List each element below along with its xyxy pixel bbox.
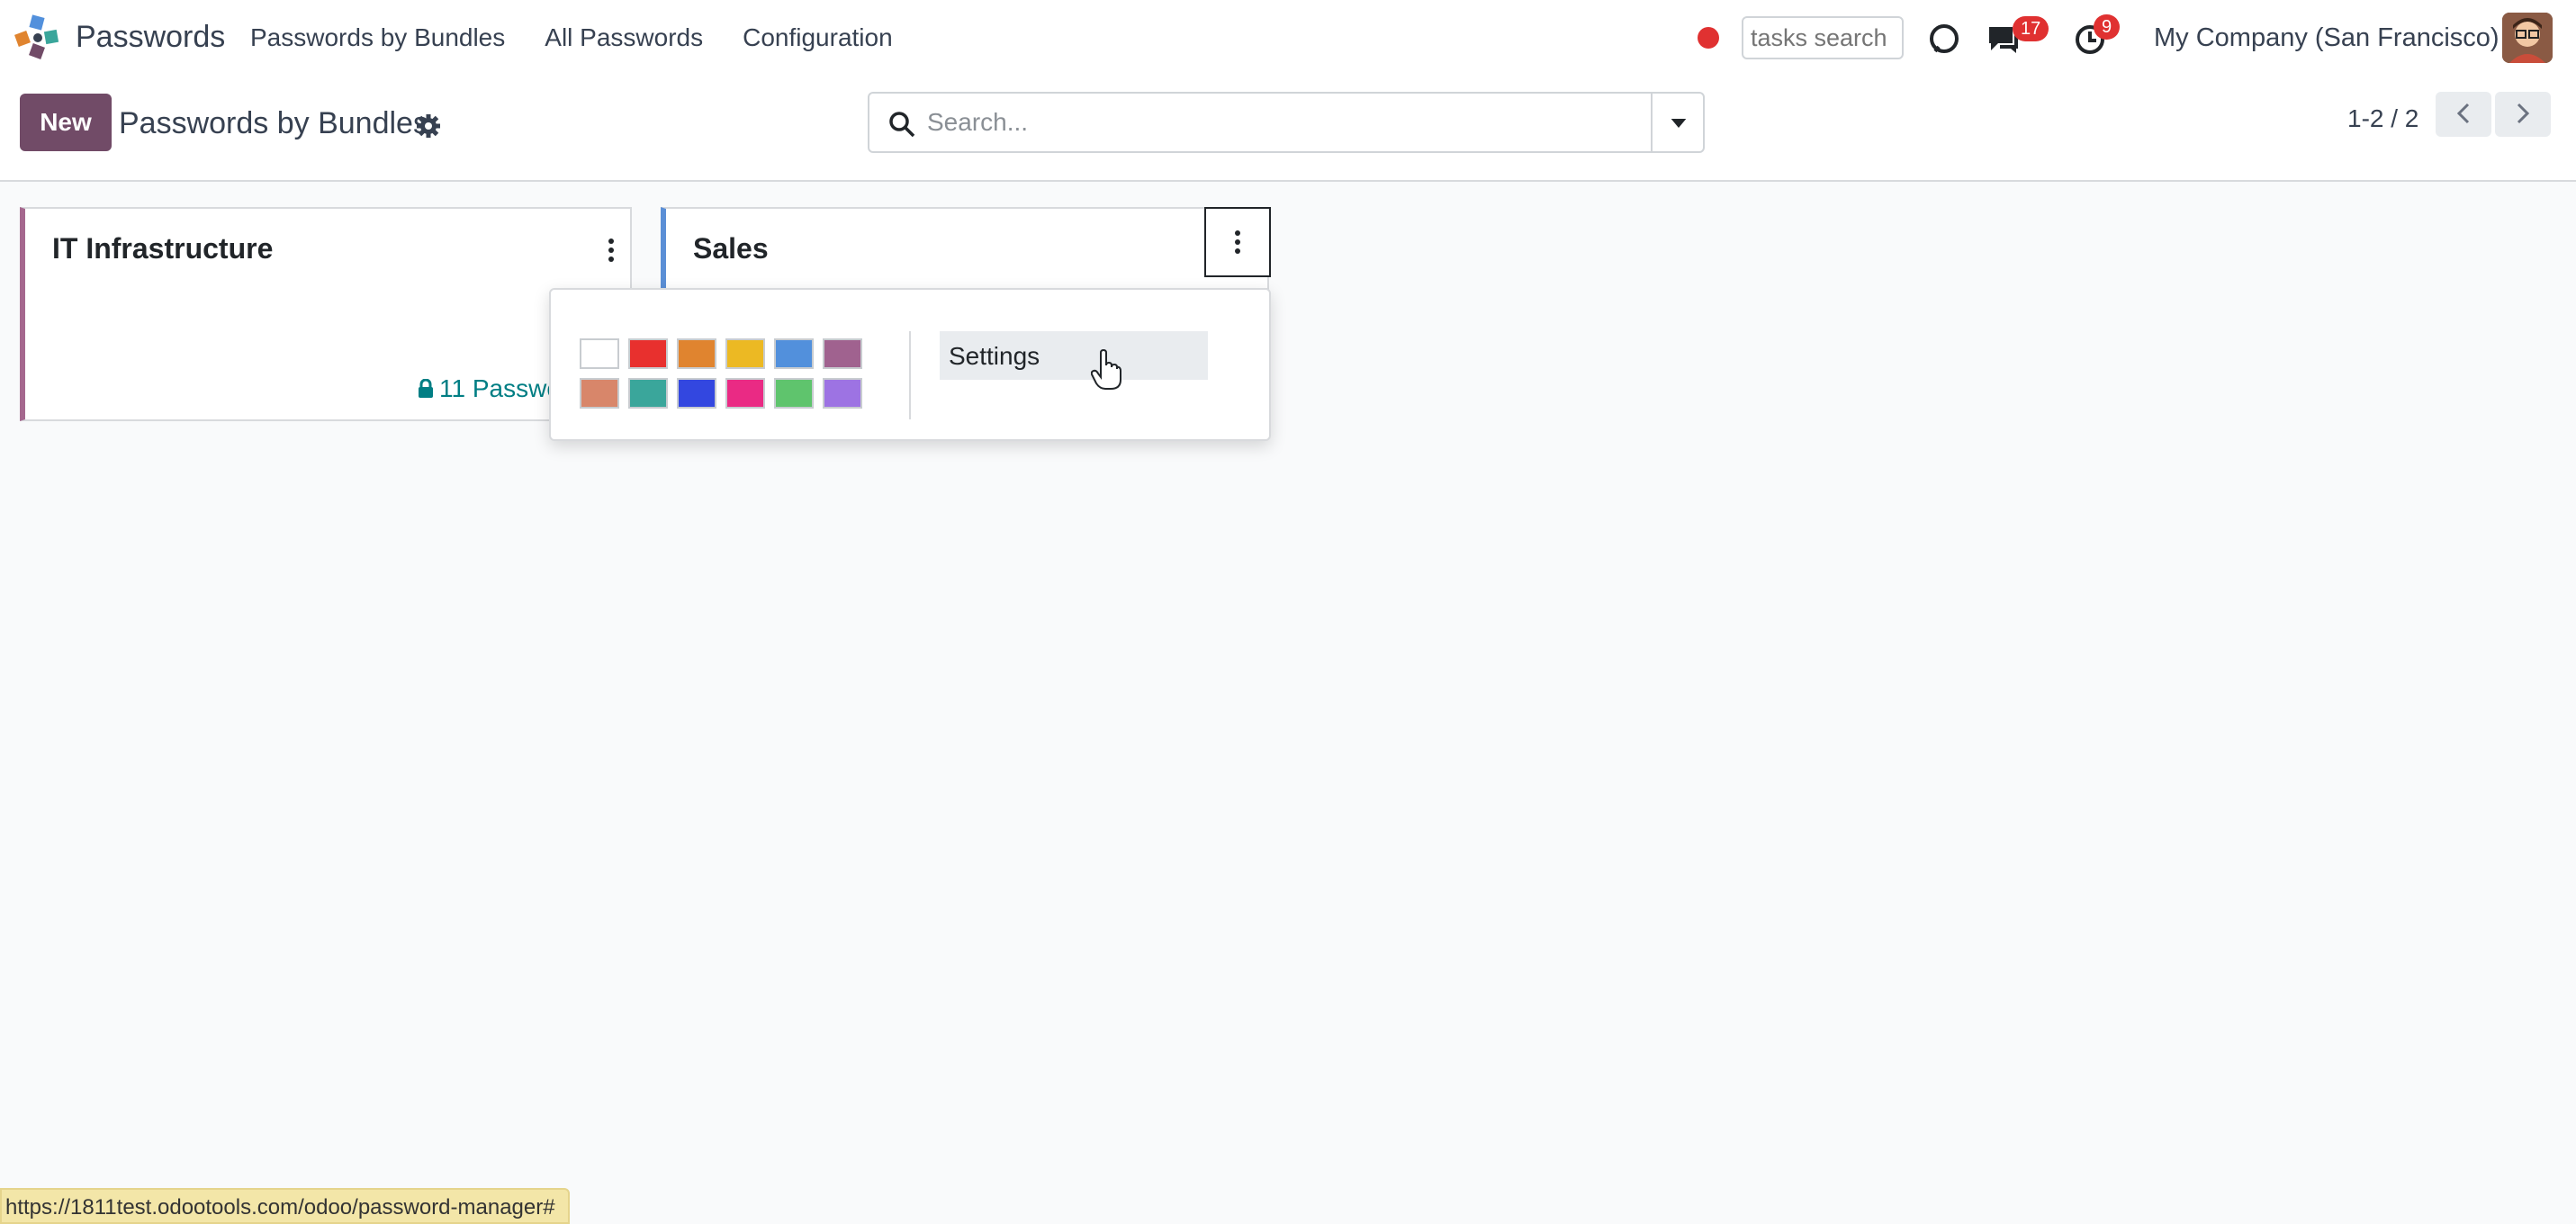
password-count-label: 11 Passwo [439,374,561,402]
search-options-toggle[interactable] [1651,92,1705,153]
card-title: IT Infrastructure [52,232,274,265]
main-menu: Passwords by Bundles All Passwords Confi… [250,23,893,52]
discuss-icon[interactable] [1926,22,1962,58]
pager-next-button[interactable] [2495,92,2551,137]
page-title: Passwords by Bundles [119,106,428,140]
color-swatch[interactable] [580,378,619,409]
lock-icon [419,379,433,398]
user-avatar[interactable] [2502,13,2553,63]
menu-all-passwords[interactable]: All Passwords [545,23,703,52]
top-navbar: Passwords Passwords by Bundles All Passw… [0,0,2576,76]
menu-configuration[interactable]: Configuration [743,23,893,52]
color-swatch[interactable] [774,338,814,369]
new-button[interactable]: New [20,94,112,151]
card-menu-icon[interactable] [598,232,625,268]
chevron-left-icon [2456,103,2470,123]
color-swatch[interactable] [580,338,619,369]
color-swatch[interactable] [725,378,765,409]
bundle-card-it-infrastructure[interactable]: IT Infrastructure 11 Passwo [20,207,632,421]
color-swatch[interactable] [628,338,668,369]
activities-badge: 9 [2094,14,2121,40]
card-menu-icon-active[interactable] [1204,207,1271,277]
gear-icon[interactable] [416,113,441,139]
company-switcher[interactable]: My Company (San Francisco) [2154,23,2499,53]
app-name[interactable]: Passwords [76,20,225,55]
bundle-card-sales[interactable]: Sales [661,207,1269,290]
card-dropdown-menu: Settings [549,288,1271,441]
settings-menu-item[interactable]: Settings [940,331,1208,380]
color-picker [580,338,862,409]
color-swatch[interactable] [677,338,716,369]
color-swatch[interactable] [725,338,765,369]
status-bar-url: https://1811test.odootools.com/odoo/pass… [0,1188,570,1224]
hand-cursor-icon [1091,349,1121,390]
tasks-search-input[interactable] [1742,16,1904,59]
search-bar [868,92,1653,153]
pager-value[interactable]: 1-2 / 2 [2347,104,2418,133]
color-swatch[interactable] [628,378,668,409]
color-swatch[interactable] [677,378,716,409]
chevron-right-icon [2517,103,2530,123]
color-swatch[interactable] [774,378,814,409]
color-swatch[interactable] [823,378,862,409]
control-panel: New Passwords by Bundles 1-2 / 2 [0,76,2576,182]
menu-passwords-by-bundles[interactable]: Passwords by Bundles [250,23,505,52]
card-title: Sales [693,232,769,265]
passwords-app-logo[interactable] [13,13,63,63]
color-swatch[interactable] [823,338,862,369]
pager-previous-button[interactable] [2436,92,2491,137]
password-count-link[interactable]: 11 Passwo [418,374,561,403]
messages-badge: 17 [2013,16,2049,41]
recording-indicator-icon[interactable] [1698,27,1719,49]
dropdown-divider [909,331,911,419]
search-icon [889,112,915,138]
search-input[interactable] [927,104,1629,140]
caret-down-icon [1671,119,1687,128]
